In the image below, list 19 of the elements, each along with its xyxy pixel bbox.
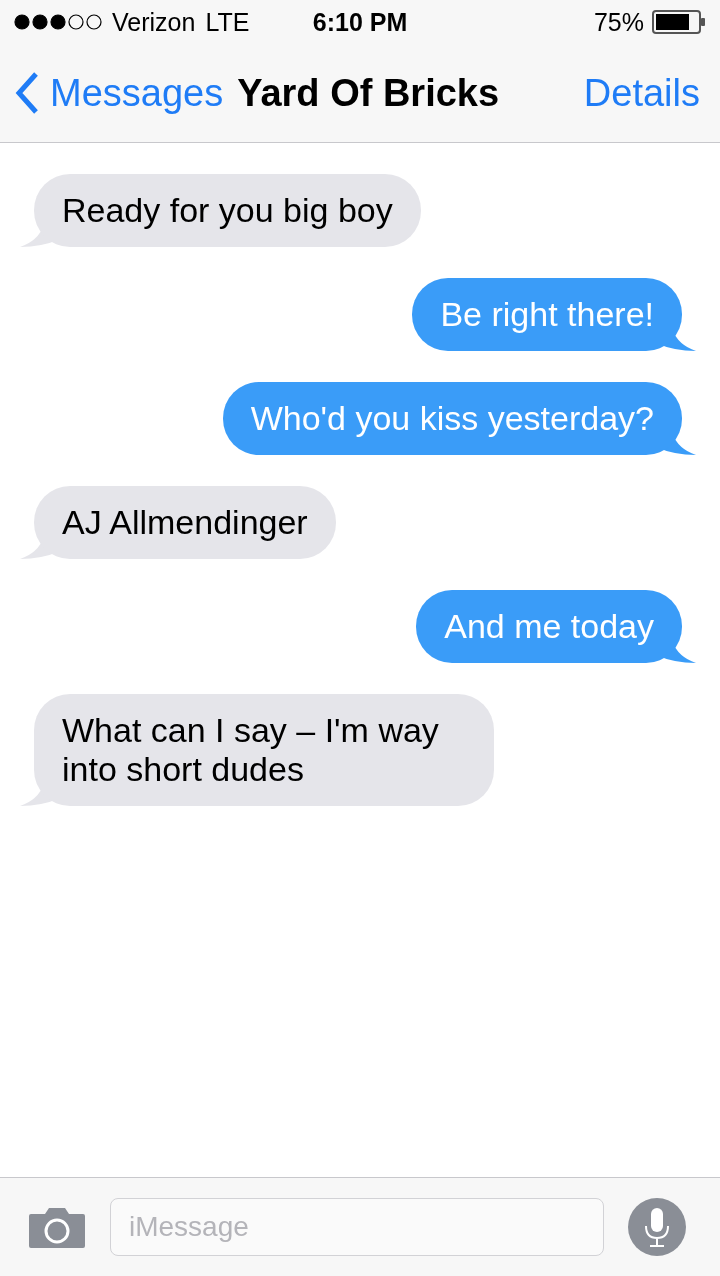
message-bubble: Be right there!: [412, 278, 682, 351]
conversation-title: Yard Of Bricks: [237, 71, 501, 115]
message-bubble: AJ Allmendinger: [34, 486, 336, 559]
message-bubble: Ready for you big boy: [34, 174, 421, 247]
clock: 6:10 PM: [312, 7, 408, 37]
details-button[interactable]: Details: [583, 71, 700, 115]
microphone-icon[interactable]: [628, 1198, 686, 1256]
message-field[interactable]: iMessage: [110, 1198, 604, 1256]
message-bubble: And me today: [416, 590, 682, 663]
carrier-name: Verizon: [112, 7, 196, 37]
back-button[interactable]: Messages: [14, 71, 224, 115]
message-bubble: Who'd you kiss yesterday?: [222, 382, 682, 455]
battery-icon: [652, 10, 706, 34]
network-type: LTE: [205, 7, 250, 37]
signal-icon: [14, 14, 102, 30]
battery-percent: 75%: [593, 7, 644, 37]
chevron-icon: [14, 71, 40, 115]
message-bubble: What can I say – I'm way into short dudes: [34, 694, 494, 806]
camera-icon[interactable]: [28, 1205, 86, 1249]
